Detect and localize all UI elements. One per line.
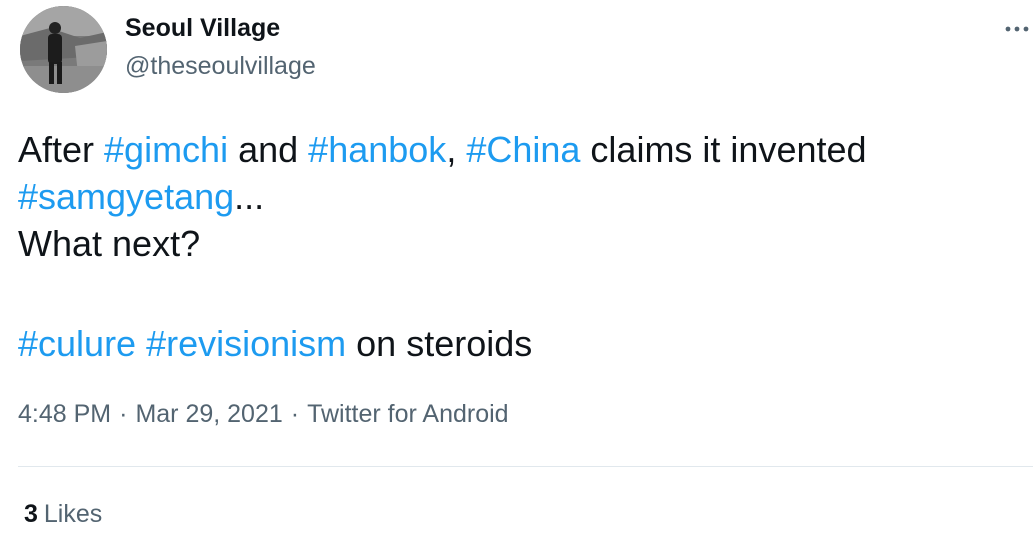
tweet-text-segment: and xyxy=(228,129,309,170)
tweet-text: After #gimchi and #hanbok, #China claims… xyxy=(18,126,1018,367)
tweet-text-segment: , xyxy=(446,129,467,170)
tweet-text-segment xyxy=(136,323,146,364)
more-icon xyxy=(1005,26,1029,32)
divider xyxy=(18,466,1033,467)
tweet-text-segment: ... xyxy=(234,176,265,217)
hashtag-hanbok[interactable]: #hanbok xyxy=(308,129,446,170)
tweet-text-segment: After xyxy=(18,129,105,170)
hashtag-culure[interactable]: #culure xyxy=(18,323,136,364)
tweet-source[interactable]: Twitter for Android xyxy=(307,400,508,428)
hashtag-gimchi[interactable]: #gimchi xyxy=(104,129,228,170)
tweet-text-segment: claims it invented xyxy=(580,129,867,170)
avatar[interactable] xyxy=(20,6,107,93)
author-handle[interactable]: @theseoulvillage xyxy=(125,52,316,81)
more-options-button[interactable] xyxy=(1000,14,1033,44)
tweet-date[interactable]: Mar 29, 2021 xyxy=(135,400,282,428)
tweet-line: #samgyetang... xyxy=(18,173,1018,220)
likes-link[interactable]: 3 Likes xyxy=(24,500,102,529)
tweet-line: What next? xyxy=(18,220,1018,267)
tweet-text-segment: What next? xyxy=(18,223,201,264)
tweet-line: After #gimchi and #hanbok, #China claims… xyxy=(18,126,1018,173)
tweet-time[interactable]: 4:48 PM xyxy=(18,400,111,428)
hashtag-china[interactable]: #China xyxy=(466,129,580,170)
tweet-text-segment: on steroids xyxy=(346,323,533,364)
tweet-line: #culure #revisionism on steroids xyxy=(18,320,1018,367)
author-display-name[interactable]: Seoul Village xyxy=(125,14,280,43)
meta-separator: · xyxy=(290,400,300,428)
hashtag-samgyetang[interactable]: #samgyetang xyxy=(18,176,234,217)
likes-label: Likes xyxy=(43,500,103,528)
tweet-meta: 4:48 PM · Mar 29, 2021 · Twitter for Android xyxy=(18,400,509,429)
meta-separator: · xyxy=(119,400,128,428)
likes-count: 3 xyxy=(24,500,38,528)
avatar-photo xyxy=(20,6,107,93)
hashtag-revisionism[interactable]: #revisionism xyxy=(146,323,346,364)
